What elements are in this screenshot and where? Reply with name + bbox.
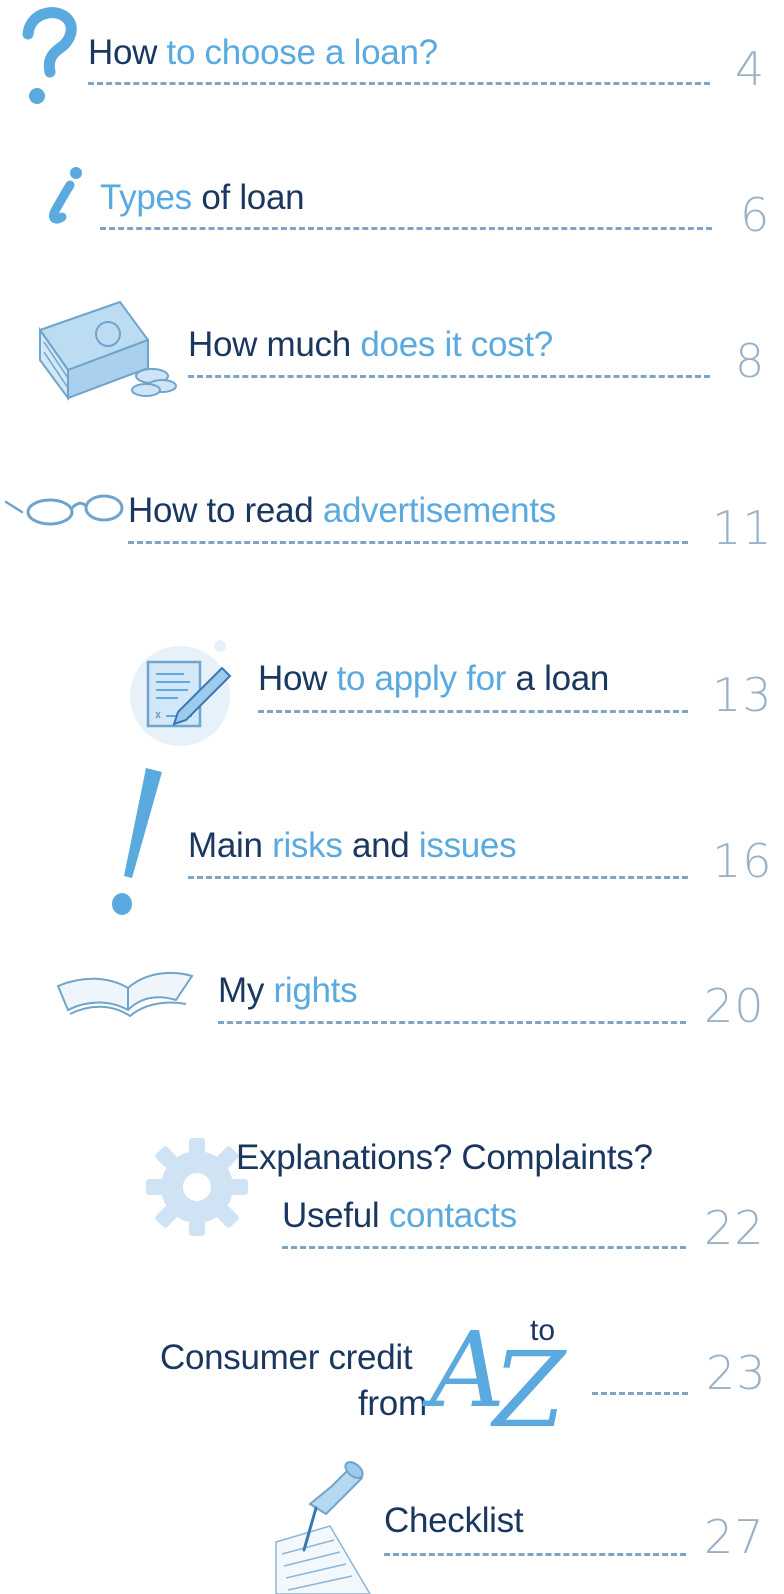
page-number: 22: [704, 1201, 765, 1255]
page-number: 8: [735, 334, 766, 388]
letter-z: Z: [493, 1329, 566, 1451]
title-part: Consumer credit: [160, 1338, 413, 1377]
page-number: 13: [712, 668, 773, 722]
money-stack-icon: [38, 300, 177, 402]
page-number: 27: [704, 1510, 765, 1564]
title-part: from: [358, 1384, 427, 1423]
open-book-icon: [56, 971, 194, 1018]
leader-dashes: [282, 1246, 686, 1249]
pinned-note-icon: [275, 1461, 371, 1594]
toc-entry-checklist[interactable]: Checklist 27: [0, 0, 784, 1594]
toc-title: How to choose a loan?: [88, 35, 438, 70]
title-part: risks: [272, 826, 343, 865]
title-part: Types: [100, 178, 192, 217]
toc-title: How much does it cost?: [188, 327, 553, 362]
leader-dashes: [218, 1021, 686, 1024]
info-i-icon: [49, 167, 82, 224]
page-number: 20: [704, 979, 765, 1033]
title-part: How: [88, 33, 167, 72]
title-part: Checklist: [384, 1501, 524, 1540]
toc-title: My rights: [218, 971, 358, 1010]
title-part: rights: [273, 971, 358, 1010]
title-part: advertisements: [322, 491, 556, 530]
to-label: to: [530, 1314, 556, 1347]
gear-icon: [146, 1138, 248, 1236]
toc-title: How to read advertisements: [128, 493, 556, 528]
title-part: Main: [188, 826, 273, 865]
title-part: and: [342, 826, 419, 865]
question-mark-icon: [22, 7, 77, 104]
toc-title: Main risks and issues: [188, 826, 517, 865]
page-number: 23: [706, 1346, 767, 1400]
page-number: 4: [735, 42, 766, 96]
title-part: to choose a loan?: [166, 33, 439, 72]
leader-dashes: [384, 1553, 686, 1556]
title-part: My: [218, 971, 274, 1010]
toc-title: How to apply for a loan: [258, 661, 609, 696]
title-part: a loan: [515, 659, 610, 698]
toc-title: Consumer credit: [160, 1338, 413, 1377]
document-pen-icon: [130, 640, 232, 746]
page-number: 6: [740, 188, 771, 242]
page-number: 16: [712, 834, 773, 888]
toc-title-line-2: Useful contacts: [282, 1198, 517, 1233]
leader-dashes: [592, 1392, 688, 1395]
title-part: How: [258, 659, 337, 698]
title-part: How to read: [128, 491, 323, 530]
title-part: of loan: [191, 178, 305, 217]
leader-dashes: [188, 375, 710, 378]
toc-title-line-2: from: [358, 1386, 427, 1421]
exclamation-mark-icon: [112, 768, 162, 915]
title-part: How much: [188, 325, 361, 364]
toc-title: Explanations? Complaints?: [236, 1140, 653, 1175]
page-number: 11: [712, 501, 773, 555]
title-part: does it cost?: [360, 325, 553, 364]
leader-dashes: [100, 227, 712, 230]
toc-title: Checklist: [384, 1501, 524, 1540]
leader-dashes: [188, 876, 688, 879]
title-part: Explanations? Complaints?: [236, 1138, 653, 1177]
title-part: issues: [418, 826, 517, 865]
glasses-icon: [4, 494, 124, 526]
leader-dashes: [258, 710, 688, 713]
leader-dashes: [128, 541, 688, 544]
title-part: Useful: [282, 1196, 389, 1235]
title-part: contacts: [388, 1196, 517, 1235]
toc-title: Types of loan: [100, 178, 305, 217]
leader-dashes: [88, 82, 710, 85]
title-part: to apply for: [336, 659, 516, 698]
